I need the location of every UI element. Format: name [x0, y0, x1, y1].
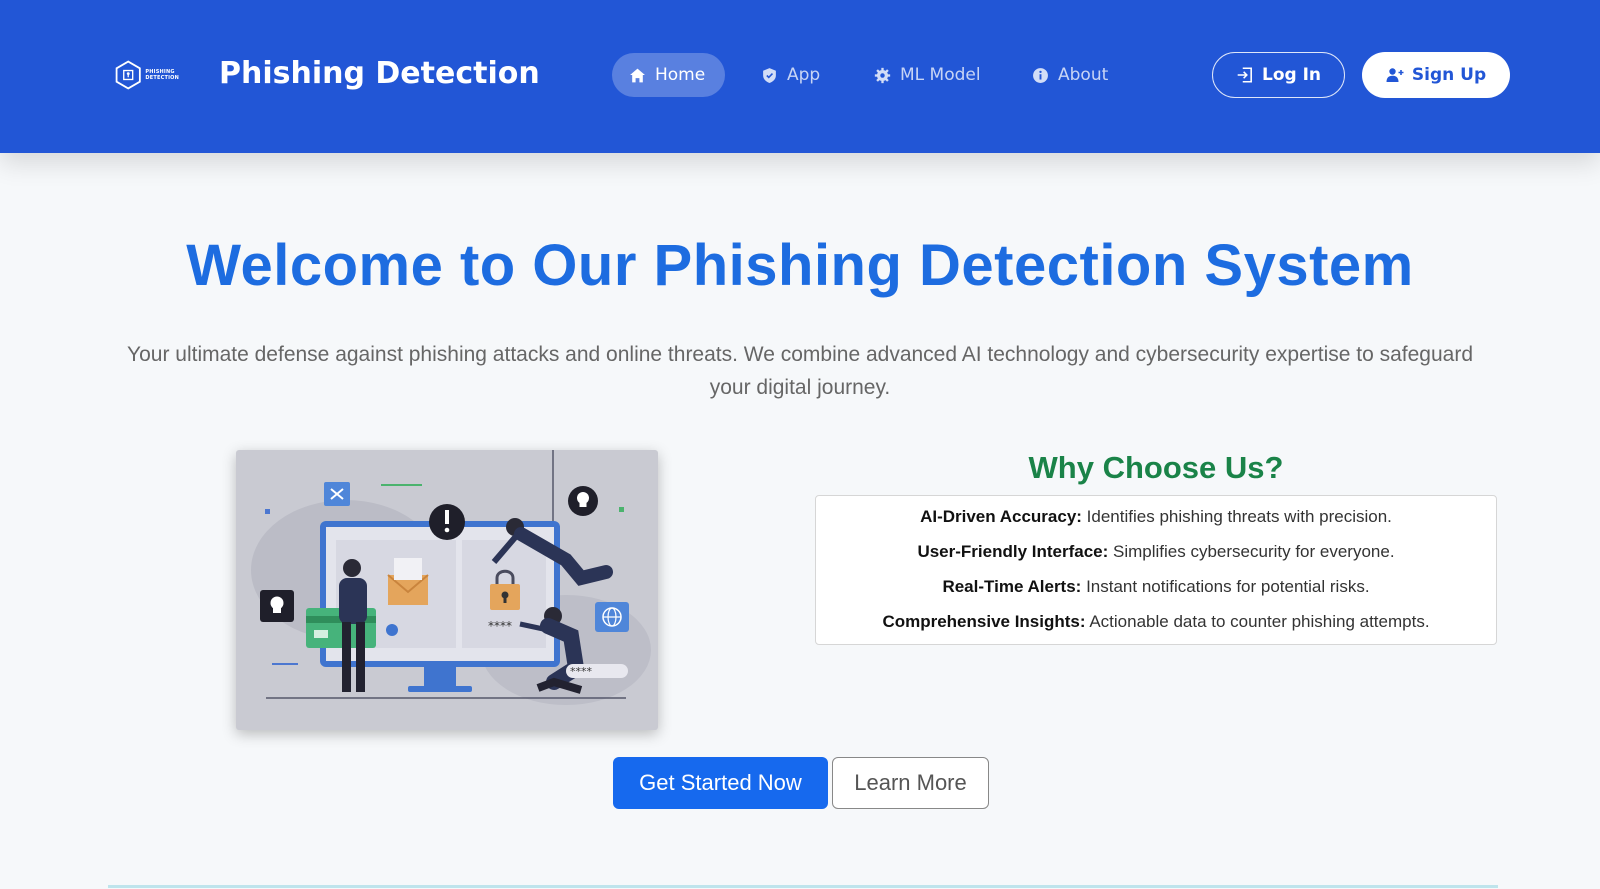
brand-title[interactable]: Phishing Detection — [219, 54, 540, 94]
list-item: Real-Time Alerts: Instant notifications … — [816, 569, 1496, 604]
info-icon — [1033, 67, 1048, 83]
shield-icon — [763, 67, 776, 83]
nav-link-label: Home — [655, 65, 706, 85]
signup-button[interactable]: Sign Up — [1362, 52, 1510, 98]
nav-link-about[interactable]: About — [1015, 53, 1125, 97]
feature-label: User-Friendly Interface: — [917, 542, 1109, 561]
feature-label: AI-Driven Accuracy: — [920, 507, 1082, 526]
list-item: Comprehensive Insights: Actionable data … — [816, 604, 1496, 639]
logo-hex-icon — [115, 60, 141, 90]
user-plus-icon — [1386, 68, 1404, 82]
features-card: AI-Driven Accuracy: Identifies phishing … — [815, 495, 1497, 645]
list-item: AI-Driven Accuracy: Identifies phishing … — [816, 499, 1496, 534]
feature-text: Actionable data to counter phishing atte… — [1085, 612, 1430, 631]
nav-link-ml-model[interactable]: ML Model — [857, 53, 998, 97]
password-mask: **** — [488, 619, 512, 633]
password-mask: **** — [570, 665, 593, 678]
feature-text: Identifies phishing threats with precisi… — [1081, 507, 1392, 526]
hero-illustration: **** **** — [236, 450, 658, 730]
learn-more-button[interactable]: Learn More — [832, 757, 989, 809]
cybersecurity-illustration: **** **** — [251, 450, 651, 705]
feature-label: Real-Time Alerts: — [942, 577, 1082, 596]
logo-text: PHISHING DETECTION — [145, 69, 179, 81]
nav-link-label: About — [1058, 65, 1109, 85]
login-label: Log In — [1261, 65, 1322, 85]
list-item: User-Friendly Interface: Simplifies cybe… — [816, 534, 1496, 569]
feature-text: Instant notifications for potential risk… — [1081, 577, 1370, 596]
logo-text-line-2: DETECTION — [145, 75, 179, 81]
why-choose-us-heading: Why Choose Us? — [1028, 450, 1284, 485]
feature-text: Simplifies cybersecurity for everyone. — [1108, 542, 1395, 561]
nav-link-label: App — [787, 65, 821, 85]
page-title: Welcome to Our Phishing Detection System — [186, 233, 1414, 298]
login-button[interactable]: Log In — [1212, 52, 1345, 98]
features-list: AI-Driven Accuracy: Identifies phishing … — [816, 496, 1496, 639]
sign-in-icon — [1237, 67, 1252, 83]
nav-link-app[interactable]: App — [744, 53, 837, 97]
section-divider — [108, 885, 1498, 888]
gear-icon — [874, 67, 891, 83]
nav-link-home[interactable]: Home — [612, 53, 725, 97]
hero-subtitle: Your ultimate defense against phishing a… — [127, 343, 1473, 399]
signup-label: Sign Up — [1411, 65, 1487, 85]
get-started-button[interactable]: Get Started Now — [613, 757, 828, 809]
navbar: PHISHING DETECTION Phishing Detection Ho… — [0, 0, 1600, 153]
feature-label: Comprehensive Insights: — [882, 612, 1086, 631]
home-icon — [630, 68, 645, 82]
logo[interactable]: PHISHING DETECTION — [113, 57, 179, 93]
nav-link-label: ML Model — [900, 65, 981, 85]
